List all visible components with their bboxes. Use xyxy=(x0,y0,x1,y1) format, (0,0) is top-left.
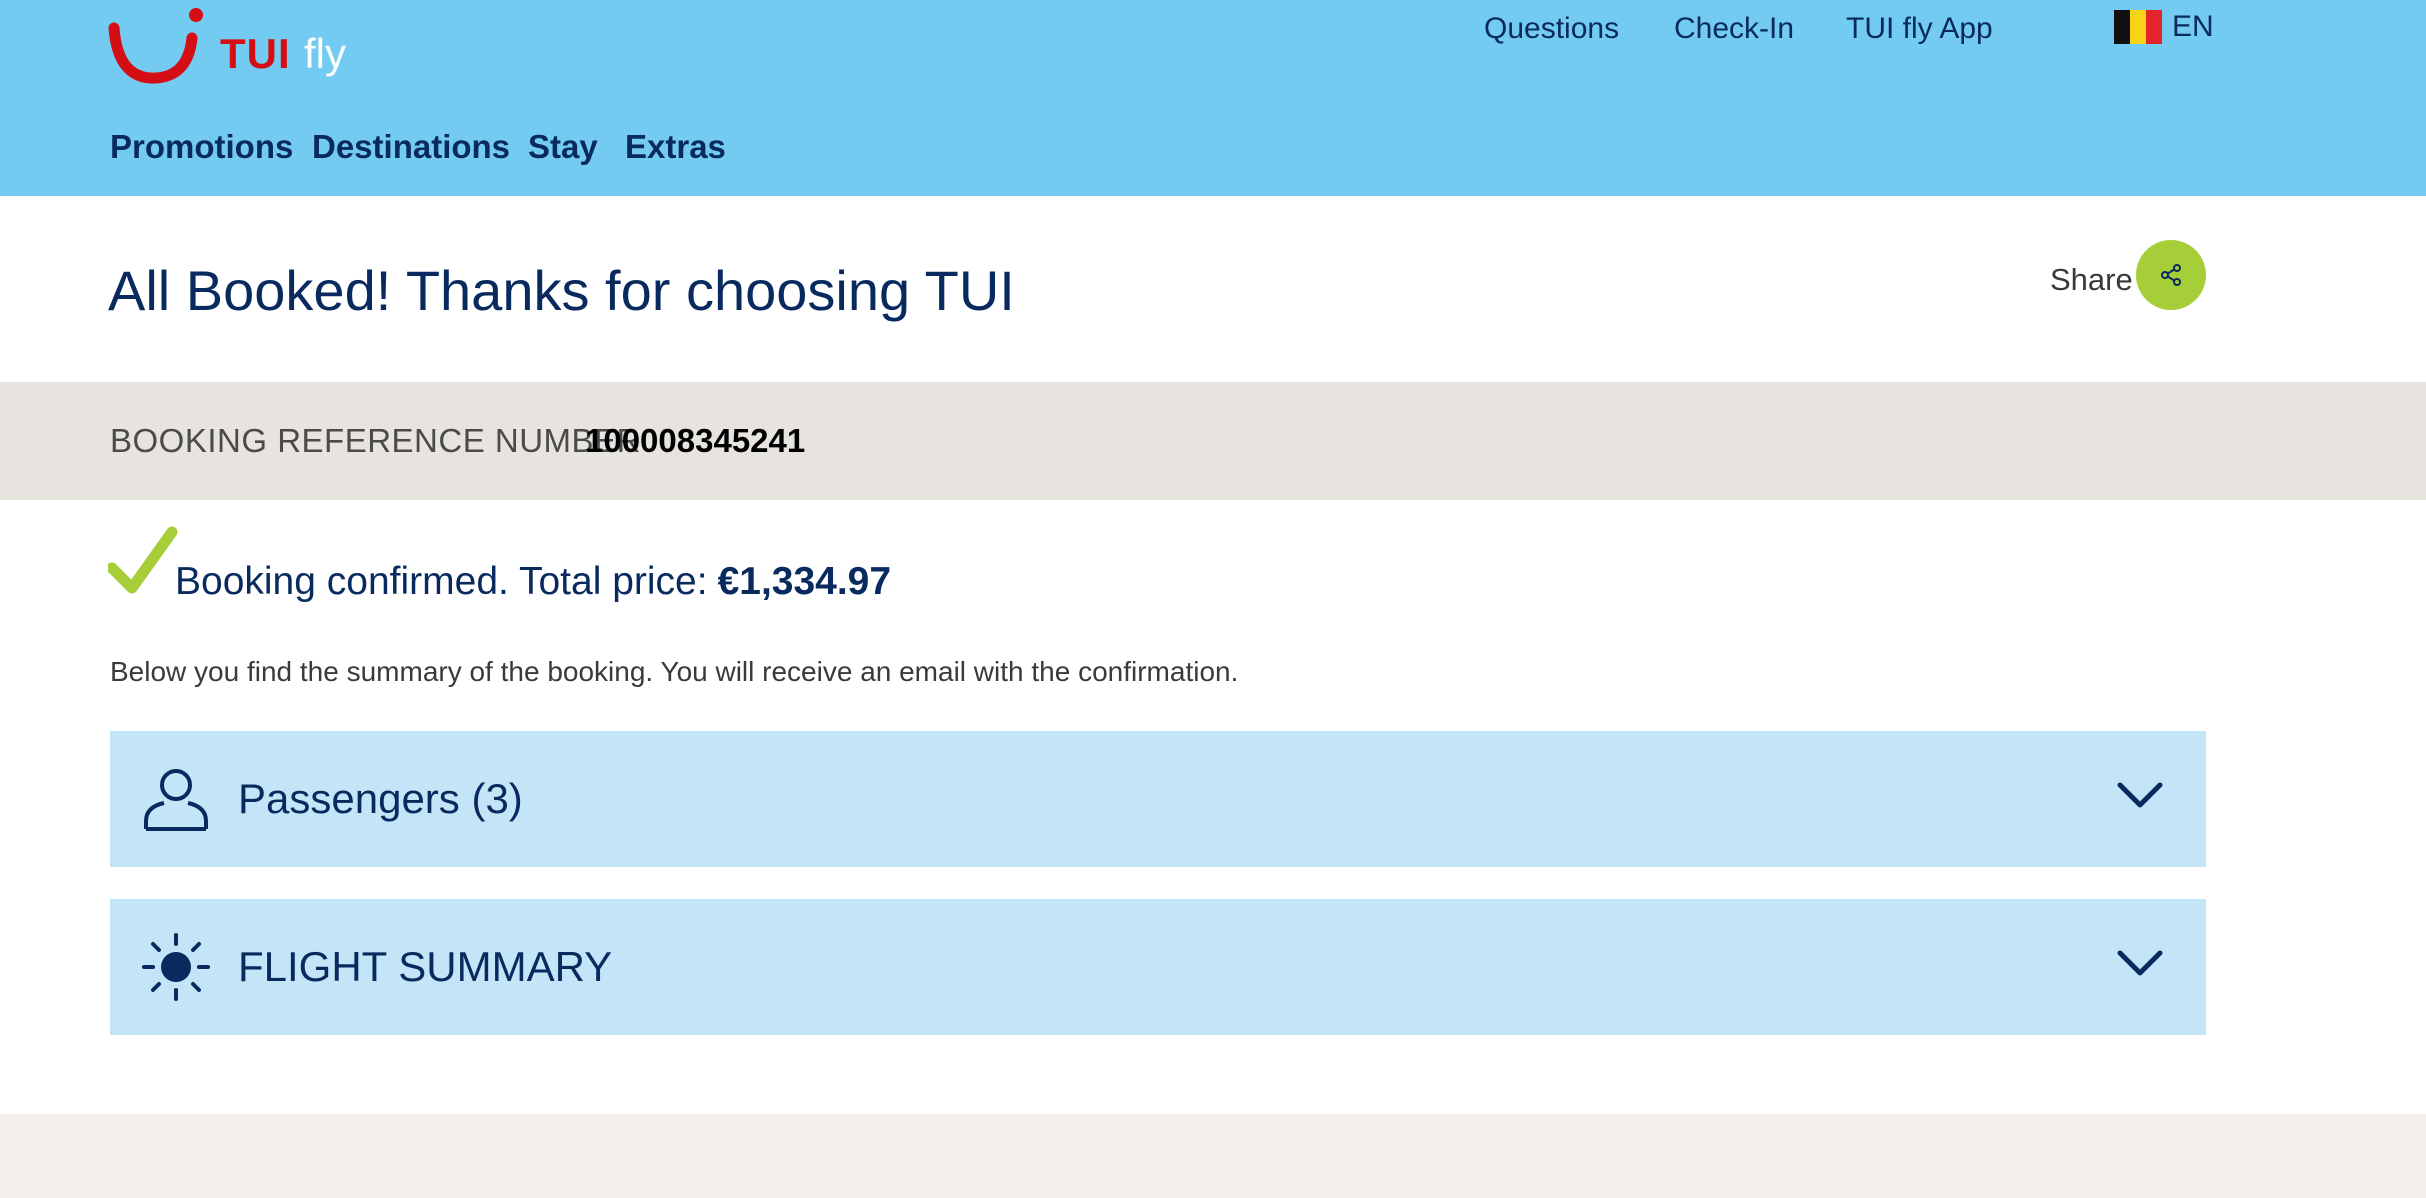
flight-summary-panel[interactable]: FLIGHT SUMMARY xyxy=(110,899,2206,1035)
logo-brand-text: TUI xyxy=(220,30,291,77)
top-link-check-in[interactable]: Check-In xyxy=(1674,12,1794,46)
page-title: All Booked! Thanks for choosing TUI xyxy=(108,259,1015,322)
chevron-down-icon[interactable] xyxy=(2114,945,2166,981)
booking-confirmation-text: Booking confirmed. Total price: €1,334.97 xyxy=(175,560,891,604)
share-button[interactable] xyxy=(2136,240,2206,310)
booking-reference-band: BOOKING REFERENCE NUMBER 100008345241 xyxy=(0,382,2426,500)
top-link-questions[interactable]: Questions xyxy=(1484,12,1619,46)
chevron-down-icon[interactable] xyxy=(2114,777,2166,813)
sun-icon xyxy=(142,933,210,1001)
top-link-tui-fly-app[interactable]: TUI fly App xyxy=(1846,12,1993,46)
booking-reference-label: BOOKING REFERENCE NUMBER xyxy=(110,422,641,459)
language-selector[interactable]: EN xyxy=(2172,10,2214,44)
nav-extras[interactable]: Extras xyxy=(625,128,726,166)
nav-stay[interactable]: Stay xyxy=(528,128,598,166)
nav-destinations[interactable]: Destinations xyxy=(312,128,510,166)
share-icon xyxy=(2161,264,2181,286)
booking-summary-note: Below you find the summary of the bookin… xyxy=(110,656,1239,687)
passengers-panel-label: Passengers (3) xyxy=(238,775,523,822)
passengers-panel[interactable]: Passengers (3) xyxy=(110,731,2206,867)
checkmark-icon xyxy=(108,526,178,594)
logo-product-text: fly xyxy=(304,30,346,77)
footer-band xyxy=(0,1114,2426,1198)
person-icon xyxy=(144,769,208,831)
booking-reference-number: 100008345241 xyxy=(585,422,806,459)
belgium-flag-icon[interactable] xyxy=(2114,10,2162,44)
tui-smile-icon xyxy=(108,8,203,84)
nav-promotions[interactable]: Promotions xyxy=(110,128,293,166)
site-header: TUI fly Questions Check-In TUI fly App E… xyxy=(0,0,2426,196)
total-price: €1,334.97 xyxy=(717,560,892,603)
share-label[interactable]: Share xyxy=(2050,262,2133,298)
tui-fly-logo[interactable]: TUI fly xyxy=(108,4,378,84)
flight-summary-panel-label: FLIGHT SUMMARY xyxy=(238,943,613,990)
confirmation-message: Booking confirmed. Total price: xyxy=(175,560,708,603)
